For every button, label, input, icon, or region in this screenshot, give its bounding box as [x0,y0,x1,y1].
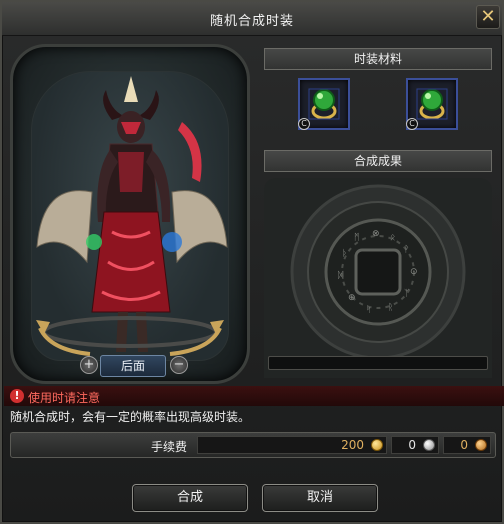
notice-text: 随机合成时，会有一定的概率出现高级时装。 [10,410,251,424]
rotate-arc-icon[interactable] [30,310,230,360]
synthesize-button[interactable]: 合成 [132,484,248,512]
rotate-right-button[interactable]: − [170,356,188,374]
notice-title: 使用时请注意 [28,391,101,405]
title-bar[interactable]: 随机合成时装 ✕ [2,2,502,36]
svg-text:ᚱ: ᚱ [388,302,393,313]
svg-text:ᛞ: ᛞ [338,270,344,281]
gold-fee-field: 200 [197,436,387,454]
notice-bar: ! 使用时请注意 [4,386,504,406]
svg-text:ᚦ: ᚦ [342,248,347,259]
silver-fee-value: 0 [408,438,416,452]
svg-text:⊙: ⊙ [410,267,418,277]
warning-icon: ! [10,389,24,403]
rune-circle-icon: ⊗ ᛟᚹ ⊙ ᛉᚱ ᛋ ⊕ ᛞ ᚦᛗ [264,178,492,378]
close-button[interactable]: ✕ [476,5,500,29]
fee-bar: 手续费 200 0 0 [10,432,496,458]
result-header: 合成成果 [264,150,492,172]
cancel-button[interactable]: 取消 [262,484,378,512]
green-gem-ring-icon [308,88,340,120]
svg-text:ᛋ: ᛋ [366,305,371,315]
svg-text:ᛗ: ᛗ [354,232,359,243]
svg-text:⊗: ⊗ [372,229,380,239]
bronze-coin-icon [475,439,487,451]
material-slot-1[interactable]: C [298,78,350,130]
gold-fee-value: 200 [341,438,364,452]
svg-text:⊕: ⊕ [348,293,356,303]
back-view-button[interactable]: 后面 [100,355,166,377]
bronze-fee-field: 0 [443,436,491,454]
silver-coin-icon [423,439,435,451]
svg-text:ᛉ: ᛉ [404,288,409,299]
window-title: 随机合成时装 [209,14,294,29]
rotate-left-button[interactable]: + [80,356,98,374]
random-fashion-synthesis-window: 随机合成时装 ✕ + 后面 − 时装材料 C C 合成成果 ⊗ ᛟ ᚹ ⊙ ᛉ … [0,0,504,524]
fee-label: 手续费 [151,440,188,454]
svg-text:ᛟ: ᛟ [390,233,395,243]
materials-header: 时装材料 [264,48,492,70]
svg-text:ᚹ: ᚹ [404,244,409,255]
bronze-fee-value: 0 [460,438,468,452]
gold-coin-icon [371,439,383,451]
silver-fee-field: 0 [391,436,439,454]
green-gem-ring-icon [416,88,448,120]
slot-badge-icon: C [298,118,310,130]
synthesis-progress-bar [268,356,488,370]
material-slot-2[interactable]: C [406,78,458,130]
slot-badge-icon: C [406,118,418,130]
